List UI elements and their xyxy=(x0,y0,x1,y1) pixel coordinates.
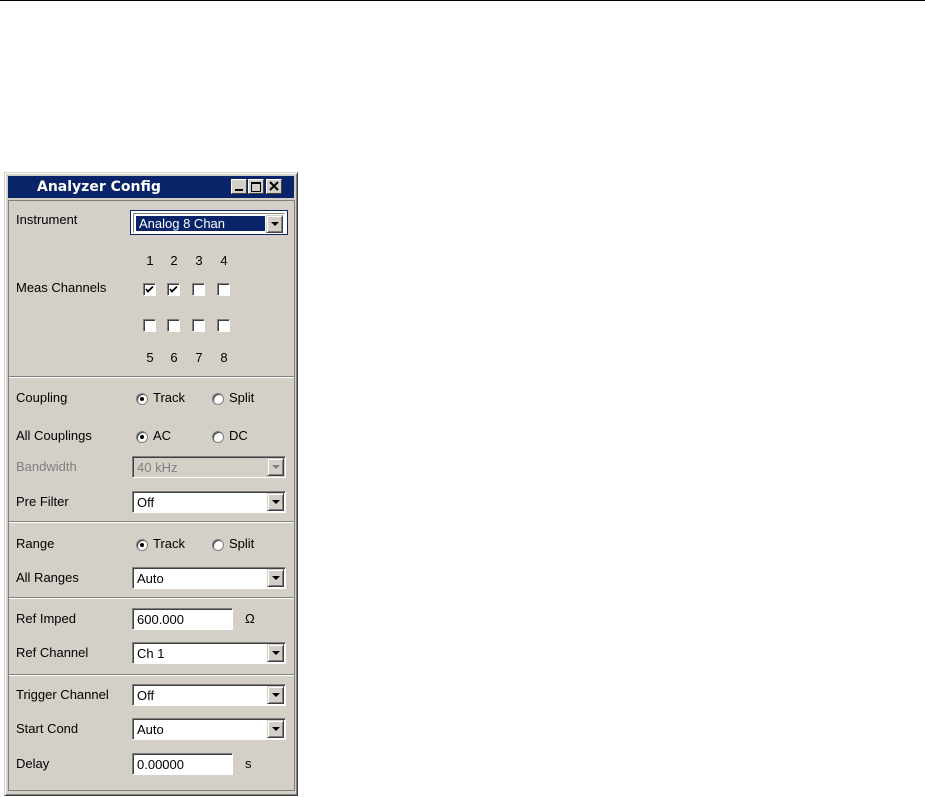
titlebar[interactable]: Analyzer Config xyxy=(8,176,294,198)
start-cond-dropdown-button[interactable] xyxy=(267,720,284,738)
all-ranges-value: Auto xyxy=(137,571,164,586)
delay-value: 0.00000 xyxy=(137,757,184,772)
bandwidth-value: 40 kHz xyxy=(137,460,178,475)
range-label: Range xyxy=(16,536,55,551)
pre-filter-combo[interactable]: Off xyxy=(132,491,286,513)
channel-number: 5 xyxy=(146,350,154,365)
coupling-track-label: Track xyxy=(153,390,186,405)
channel-number: 2 xyxy=(170,253,178,268)
channel-checkbox-5[interactable] xyxy=(143,319,156,332)
all-ranges-dropdown-button[interactable] xyxy=(267,569,284,587)
range-split-label: Split xyxy=(229,536,255,551)
ref-imped-label: Ref Imped xyxy=(16,611,76,626)
analyzer-config-window: Analyzer Config Instrument Analog 8 Chan… xyxy=(4,172,298,796)
channel-number: 8 xyxy=(220,350,228,365)
maximize-button[interactable] xyxy=(248,179,264,194)
trigger-channel-dropdown-button[interactable] xyxy=(267,686,284,704)
all-couplings-ac-label: AC xyxy=(153,428,172,443)
channel-number: 4 xyxy=(220,253,228,268)
all-couplings-label: All Couplings xyxy=(16,428,92,443)
close-icon xyxy=(269,181,279,191)
checkmark-icon xyxy=(169,285,178,293)
instrument-selection-highlight: Analog 8 Chan xyxy=(136,216,265,231)
range-split-radio[interactable] xyxy=(212,539,224,551)
all-ranges-combo[interactable]: Auto xyxy=(132,567,286,589)
ref-channel-combo[interactable]: Ch 1 xyxy=(132,642,286,664)
bandwidth-combo: 40 kHz xyxy=(132,456,286,478)
page-top-rule xyxy=(0,0,925,1)
bandwidth-dropdown-button xyxy=(267,458,284,476)
all-couplings-dc-radio[interactable] xyxy=(212,431,224,443)
config-panel: Instrument Analog 8 Chan 1 2 3 4 Meas Ch… xyxy=(8,200,295,791)
ref-channel-value: Ch 1 xyxy=(137,646,165,661)
channel-number: 7 xyxy=(195,350,203,365)
channel-checkbox-2[interactable] xyxy=(167,283,180,296)
section-divider xyxy=(9,597,294,599)
channel-checkbox-4[interactable] xyxy=(217,283,230,296)
section-divider xyxy=(9,521,294,523)
close-button[interactable] xyxy=(266,179,282,194)
checkmark-icon xyxy=(145,285,154,293)
channel-number: 3 xyxy=(195,253,203,268)
channel-checkbox-8[interactable] xyxy=(217,319,230,332)
all-ranges-label: All Ranges xyxy=(16,570,79,585)
instrument-combo-field: Analog 8 Chan xyxy=(133,213,285,233)
all-couplings-dc-label: DC xyxy=(229,428,248,443)
instrument-value: Analog 8 Chan xyxy=(139,216,226,231)
coupling-track-radio[interactable] xyxy=(136,393,148,405)
channel-checkbox-6[interactable] xyxy=(167,319,180,332)
coupling-split-label: Split xyxy=(229,390,255,405)
section-divider xyxy=(9,376,294,378)
channel-number: 6 xyxy=(170,350,178,365)
delay-label: Delay xyxy=(16,756,50,771)
coupling-label: Coupling xyxy=(16,390,68,405)
instrument-combo[interactable]: Analog 8 Chan xyxy=(130,210,288,235)
pre-filter-dropdown-button[interactable] xyxy=(267,493,284,511)
instrument-dropdown-button[interactable] xyxy=(266,215,283,233)
pre-filter-label: Pre Filter xyxy=(16,494,69,509)
minimize-button[interactable] xyxy=(231,179,247,194)
meas-channels-label: Meas Channels xyxy=(16,280,107,295)
window-title: Analyzer Config xyxy=(37,179,161,195)
channel-checkbox-7[interactable] xyxy=(192,319,205,332)
section-divider xyxy=(9,674,294,676)
delay-unit: s xyxy=(245,756,252,771)
channel-number: 1 xyxy=(146,253,154,268)
ref-imped-input[interactable]: 600.000 xyxy=(132,608,233,630)
bandwidth-label: Bandwidth xyxy=(16,459,77,474)
trigger-channel-label: Trigger Channel xyxy=(16,687,109,702)
range-track-radio[interactable] xyxy=(136,539,148,551)
start-cond-value: Auto xyxy=(137,722,164,737)
start-cond-label: Start Cond xyxy=(16,721,79,736)
ref-channel-dropdown-button[interactable] xyxy=(267,644,284,662)
all-couplings-ac-radio[interactable] xyxy=(136,431,148,443)
ref-channel-label: Ref Channel xyxy=(16,645,89,660)
channel-checkbox-3[interactable] xyxy=(192,283,205,296)
trigger-channel-value: Off xyxy=(137,688,155,703)
pre-filter-value: Off xyxy=(137,495,155,510)
coupling-split-radio[interactable] xyxy=(212,393,224,405)
trigger-channel-combo[interactable]: Off xyxy=(132,684,286,706)
ref-imped-unit: Ω xyxy=(245,611,255,626)
delay-input[interactable]: 0.00000 xyxy=(132,753,233,775)
range-track-label: Track xyxy=(153,536,186,551)
instrument-label: Instrument xyxy=(16,212,78,227)
start-cond-combo[interactable]: Auto xyxy=(132,718,286,740)
ref-imped-value: 600.000 xyxy=(137,612,184,627)
channel-checkbox-1[interactable] xyxy=(143,283,156,296)
